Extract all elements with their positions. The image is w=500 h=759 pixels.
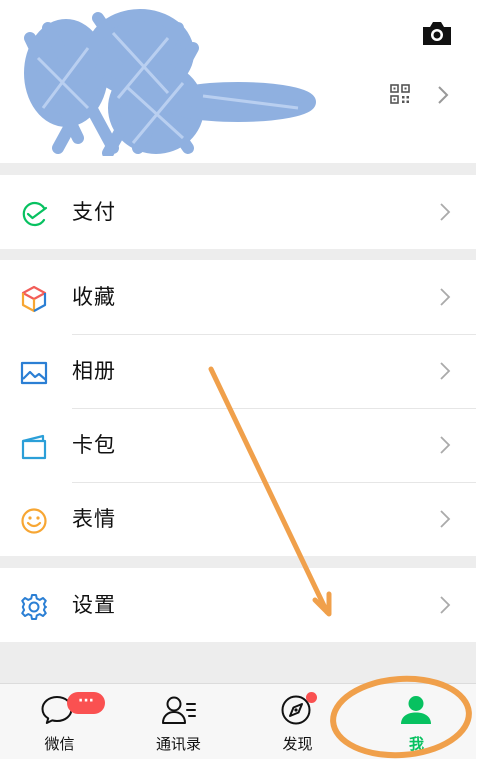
menu-label-album: 相册 bbox=[72, 359, 116, 383]
chevron-right-icon[interactable] bbox=[436, 84, 450, 106]
bottom-tab-bar: ··· 微信 通讯录 发现 我 bbox=[0, 683, 476, 759]
wallet-check-icon bbox=[22, 201, 48, 227]
cube-icon bbox=[21, 285, 47, 313]
main-menu-group: 收藏 相册 卡包 表情 bbox=[0, 260, 476, 556]
chevron-right-icon bbox=[440, 203, 451, 221]
chevron-right-icon bbox=[440, 288, 451, 306]
menu-item-album[interactable]: 相册 bbox=[0, 334, 476, 408]
menu-label-stickers: 表情 bbox=[72, 507, 116, 531]
new-moments-dot bbox=[306, 692, 317, 703]
menu-label-cards: 卡包 bbox=[72, 433, 116, 457]
contacts-icon bbox=[162, 696, 196, 724]
profile-card[interactable]: 大 微信号： bbox=[0, 0, 476, 163]
menu-item-cards[interactable]: 卡包 bbox=[0, 408, 476, 482]
wechat-me-screen: 大 微信号： bbox=[0, 0, 476, 759]
redaction-scribble bbox=[24, 9, 316, 156]
photo-icon bbox=[20, 361, 48, 385]
tab-label-me: 我 bbox=[408, 735, 424, 753]
menu-item-favorites[interactable]: 收藏 bbox=[0, 260, 476, 334]
chevron-right-icon bbox=[440, 362, 451, 380]
chevron-right-icon bbox=[440, 596, 451, 614]
menu-item-settings[interactable]: 设置 bbox=[0, 568, 476, 642]
menu-item-pay[interactable]: 支付 bbox=[0, 175, 476, 249]
tab-label-chats: 微信 bbox=[44, 735, 75, 753]
tab-label-contacts: 通讯录 bbox=[155, 735, 201, 753]
chevron-right-icon bbox=[440, 436, 451, 454]
tab-contacts[interactable]: 通讯录 bbox=[119, 684, 238, 759]
menu-label-favorites: 收藏 bbox=[72, 285, 116, 309]
menu-label-settings: 设置 bbox=[72, 593, 116, 617]
card-wallet-icon bbox=[21, 434, 47, 460]
camera-icon[interactable] bbox=[421, 19, 453, 47]
menu-item-stickers[interactable]: 表情 bbox=[0, 482, 476, 556]
tab-discover[interactable]: 发现 bbox=[238, 684, 357, 759]
qr-code-icon[interactable] bbox=[390, 84, 410, 104]
tab-chats[interactable]: ··· 微信 bbox=[0, 684, 119, 759]
unread-badge: ··· bbox=[67, 692, 105, 714]
person-icon bbox=[401, 696, 431, 724]
pay-group: 支付 bbox=[0, 175, 476, 249]
menu-label-pay: 支付 bbox=[72, 200, 116, 224]
smiley-icon bbox=[21, 508, 47, 534]
gear-icon bbox=[21, 594, 47, 620]
settings-group: 设置 bbox=[0, 568, 476, 642]
tab-me[interactable]: 我 bbox=[357, 684, 476, 759]
tab-label-discover: 发现 bbox=[282, 735, 313, 753]
chevron-right-icon bbox=[440, 510, 451, 528]
